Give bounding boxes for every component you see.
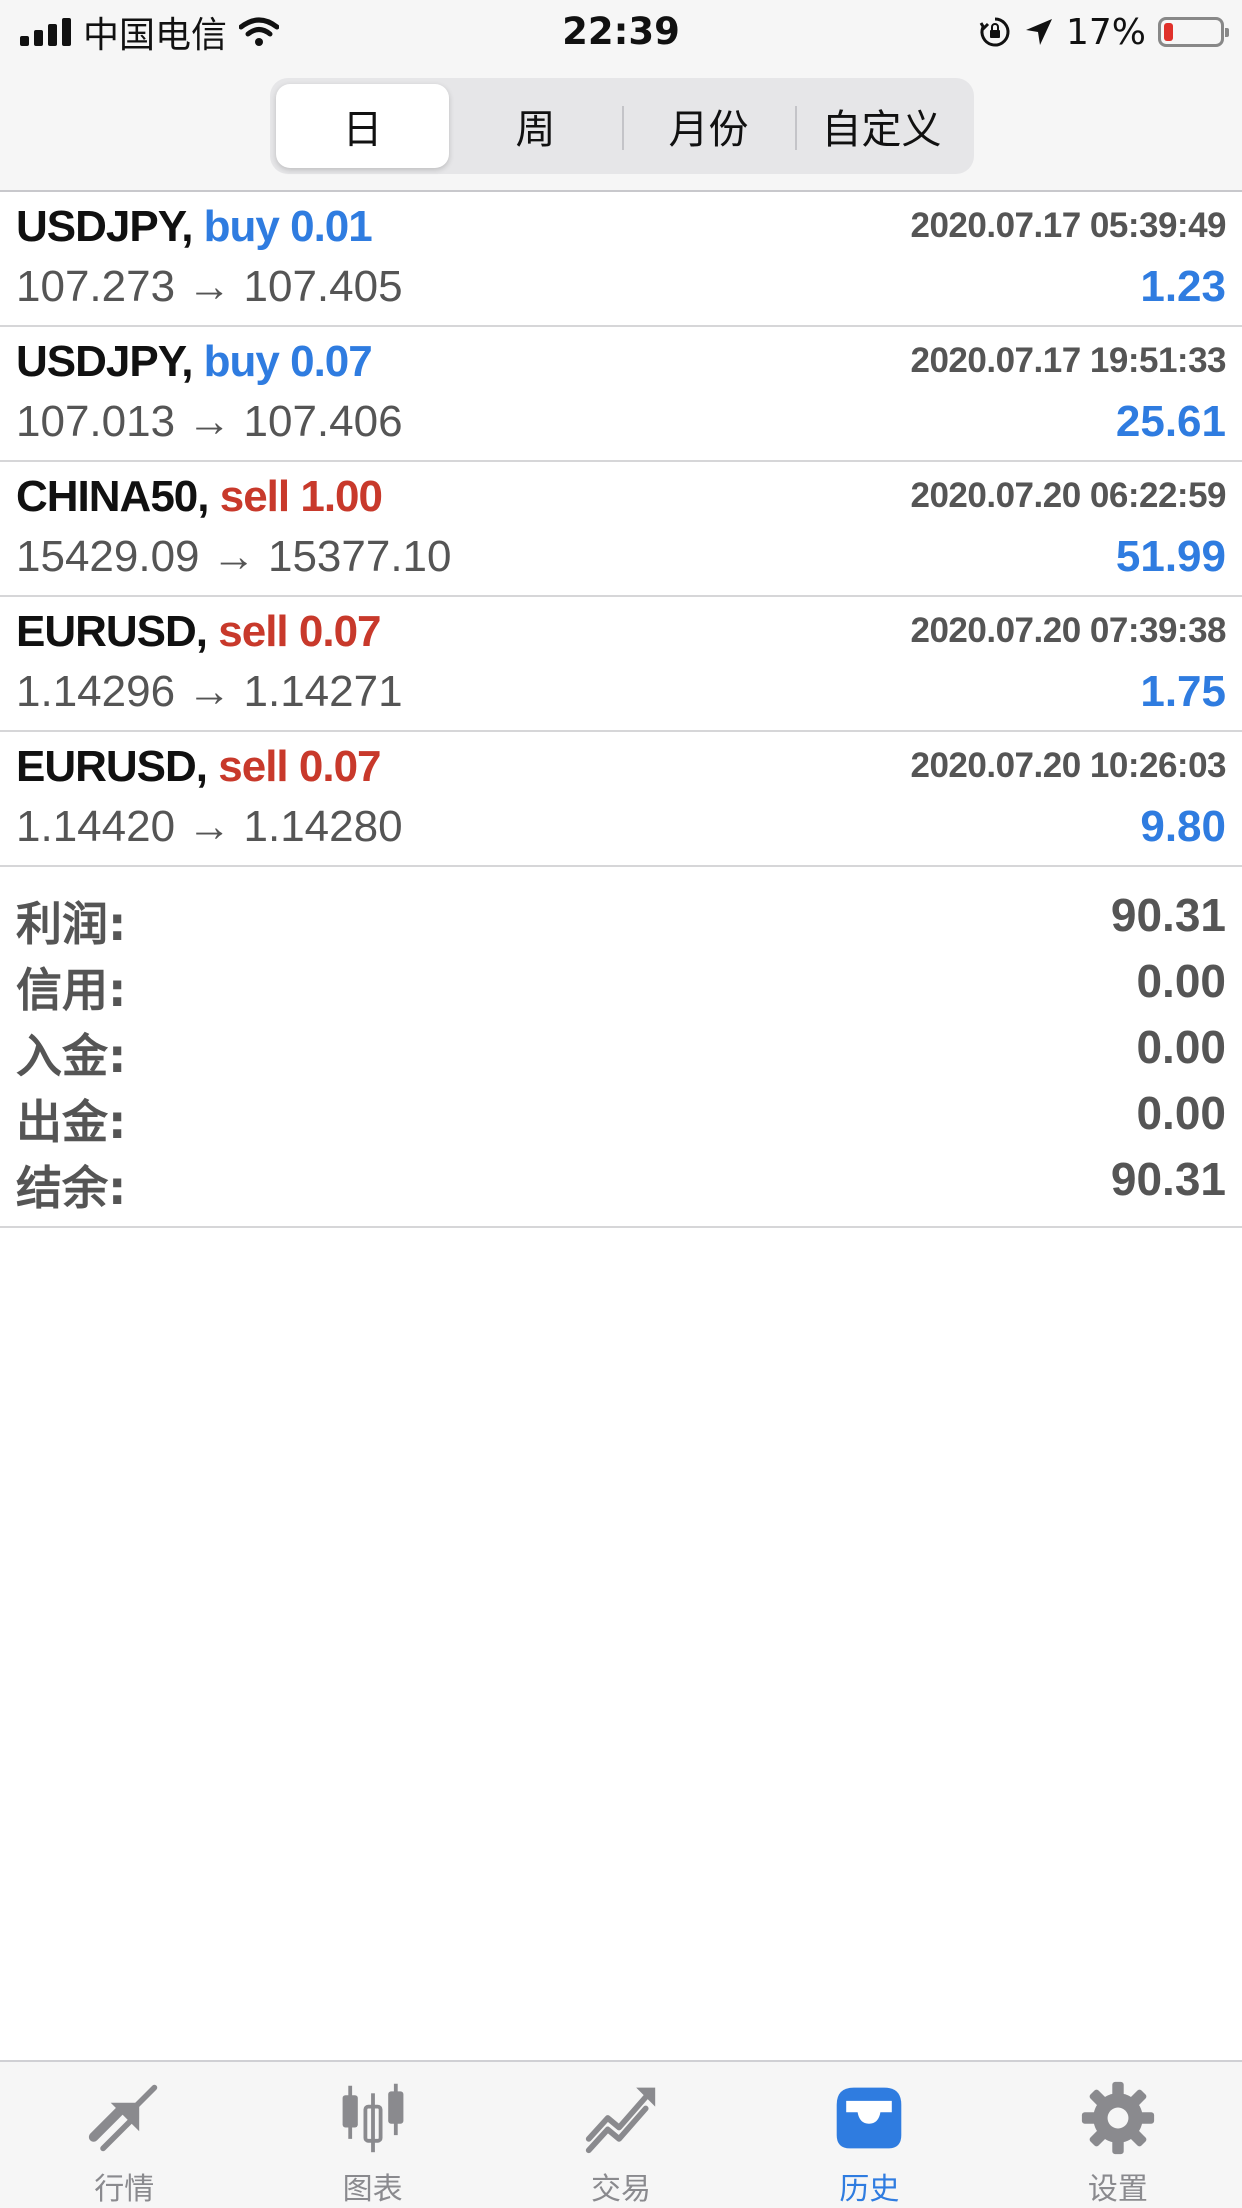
tab-label: 历史: [839, 2172, 900, 2207]
trade-side: sell 0.07: [218, 607, 381, 656]
trade-time: 2020.07.20 10:26:03: [910, 746, 1227, 785]
trade-symbol: CHINA50, sell 1.00: [16, 472, 383, 521]
trade-prices: 107.273 → 107.405: [16, 262, 403, 311]
trade-symbol: USDJPY, buy 0.07: [16, 337, 373, 386]
trade-prices: 1.14296 → 1.14271: [16, 667, 403, 716]
trade-prices: 15429.09 → 15377.10: [16, 532, 452, 581]
tab-settings[interactable]: 设置: [994, 2062, 1242, 2208]
account-summary: 利润: 90.31 信用: 0.00 入金: 0.00 出金: 0.00 结余:…: [0, 870, 1242, 1228]
summary-label: 利润:: [16, 897, 127, 951]
location-arrow-icon: [1025, 19, 1052, 45]
tab-month[interactable]: 月份: [622, 84, 795, 168]
orientation-lock-icon: [979, 17, 1010, 47]
period-header: 日 周 月份 自定义: [0, 64, 1242, 192]
quotes-arrows-icon: [89, 2084, 158, 2152]
summary-value: 0.00: [1136, 1021, 1226, 1073]
trade-row[interactable]: EURUSD, sell 0.07 2020.07.20 10:26:03 1.…: [0, 732, 1242, 867]
summary-value: 90.31: [1110, 889, 1226, 941]
trade-profit: 25.61: [1115, 397, 1226, 446]
history-inbox-icon: [837, 2087, 902, 2149]
trade-prices: 107.013 → 107.406: [16, 397, 403, 446]
period-segmented-control: 日 周 月份 自定义: [270, 78, 974, 174]
trade-symbol: EURUSD, sell 0.07: [16, 742, 382, 791]
trade-side: sell 1.00: [219, 472, 383, 521]
summary-value: 0.00: [1136, 955, 1226, 1007]
tab-history[interactable]: 历史: [745, 2062, 993, 2208]
trade-profit: 9.80: [1140, 802, 1226, 851]
trade-row[interactable]: EURUSD, sell 0.07 2020.07.20 07:39:38 1.…: [0, 597, 1242, 732]
bottom-tab-bar: 行情 图表 交易 历史 设置: [0, 2060, 1242, 2208]
trade-profit: 1.75: [1140, 667, 1226, 716]
trade-symbol: EURUSD, sell 0.07: [16, 607, 382, 656]
battery-icon: [1158, 17, 1229, 47]
trade-symbol: USDJPY, buy 0.01: [16, 202, 373, 251]
tab-label: 设置: [1087, 2172, 1148, 2207]
trade-trend-icon: [585, 2087, 656, 2154]
tab-label: 行情: [94, 2172, 155, 2207]
summary-row-withdrawal: 出金: 0.00: [0, 1086, 1242, 1152]
summary-row-deposit: 入金: 0.00: [0, 1020, 1242, 1086]
trade-history-list: USDJPY, buy 0.01 2020.07.17 05:39:49 107…: [0, 192, 1242, 867]
status-bar: 中国电信 22:39 17%: [0, 0, 1242, 64]
trade-side: buy 0.01: [203, 202, 373, 251]
trade-row[interactable]: USDJPY, buy 0.07 2020.07.17 19:51:33 107…: [0, 327, 1242, 462]
tab-label: 交易: [591, 2172, 652, 2207]
summary-label: 入金:: [16, 1029, 127, 1083]
trade-profit: 1.23: [1140, 262, 1226, 311]
status-right: 17%: [978, 10, 1229, 54]
tab-week[interactable]: 周: [449, 84, 622, 168]
trade-row[interactable]: USDJPY, buy 0.01 2020.07.17 05:39:49 107…: [0, 192, 1242, 327]
trade-side: sell 0.07: [218, 742, 381, 791]
tab-label: 图表: [342, 2172, 403, 2207]
summary-row-profit: 利润: 90.31: [0, 888, 1242, 954]
summary-value: 90.31: [1110, 1153, 1226, 1205]
tab-day[interactable]: 日: [276, 84, 449, 168]
trade-row[interactable]: CHINA50, sell 1.00 2020.07.20 06:22:59 1…: [0, 462, 1242, 597]
trade-time: 2020.07.17 05:39:49: [910, 206, 1227, 245]
trade-time: 2020.07.20 07:39:38: [910, 611, 1227, 650]
battery-percent: 17%: [1065, 11, 1146, 53]
trade-time: 2020.07.20 06:22:59: [910, 476, 1227, 515]
tab-charts[interactable]: 图表: [248, 2062, 496, 2208]
gear-icon: [1081, 2081, 1154, 2155]
trade-side: buy 0.07: [203, 337, 373, 386]
summary-row-balance: 结余: 90.31: [0, 1152, 1242, 1218]
summary-label: 信用:: [16, 963, 127, 1017]
summary-row-credit: 信用: 0.00: [0, 954, 1242, 1020]
summary-label: 结余:: [16, 1161, 127, 1215]
trade-prices: 1.14420 → 1.14280: [16, 802, 403, 851]
candlestick-chart-icon: [342, 2083, 404, 2153]
summary-label: 出金:: [16, 1095, 127, 1149]
tab-trade[interactable]: 交易: [497, 2062, 745, 2208]
tab-custom[interactable]: 自定义: [795, 84, 968, 168]
trade-profit: 51.99: [1115, 532, 1226, 581]
tab-quotes[interactable]: 行情: [0, 2062, 248, 2208]
summary-value: 0.00: [1136, 1087, 1226, 1139]
trade-time: 2020.07.17 19:51:33: [910, 341, 1227, 380]
